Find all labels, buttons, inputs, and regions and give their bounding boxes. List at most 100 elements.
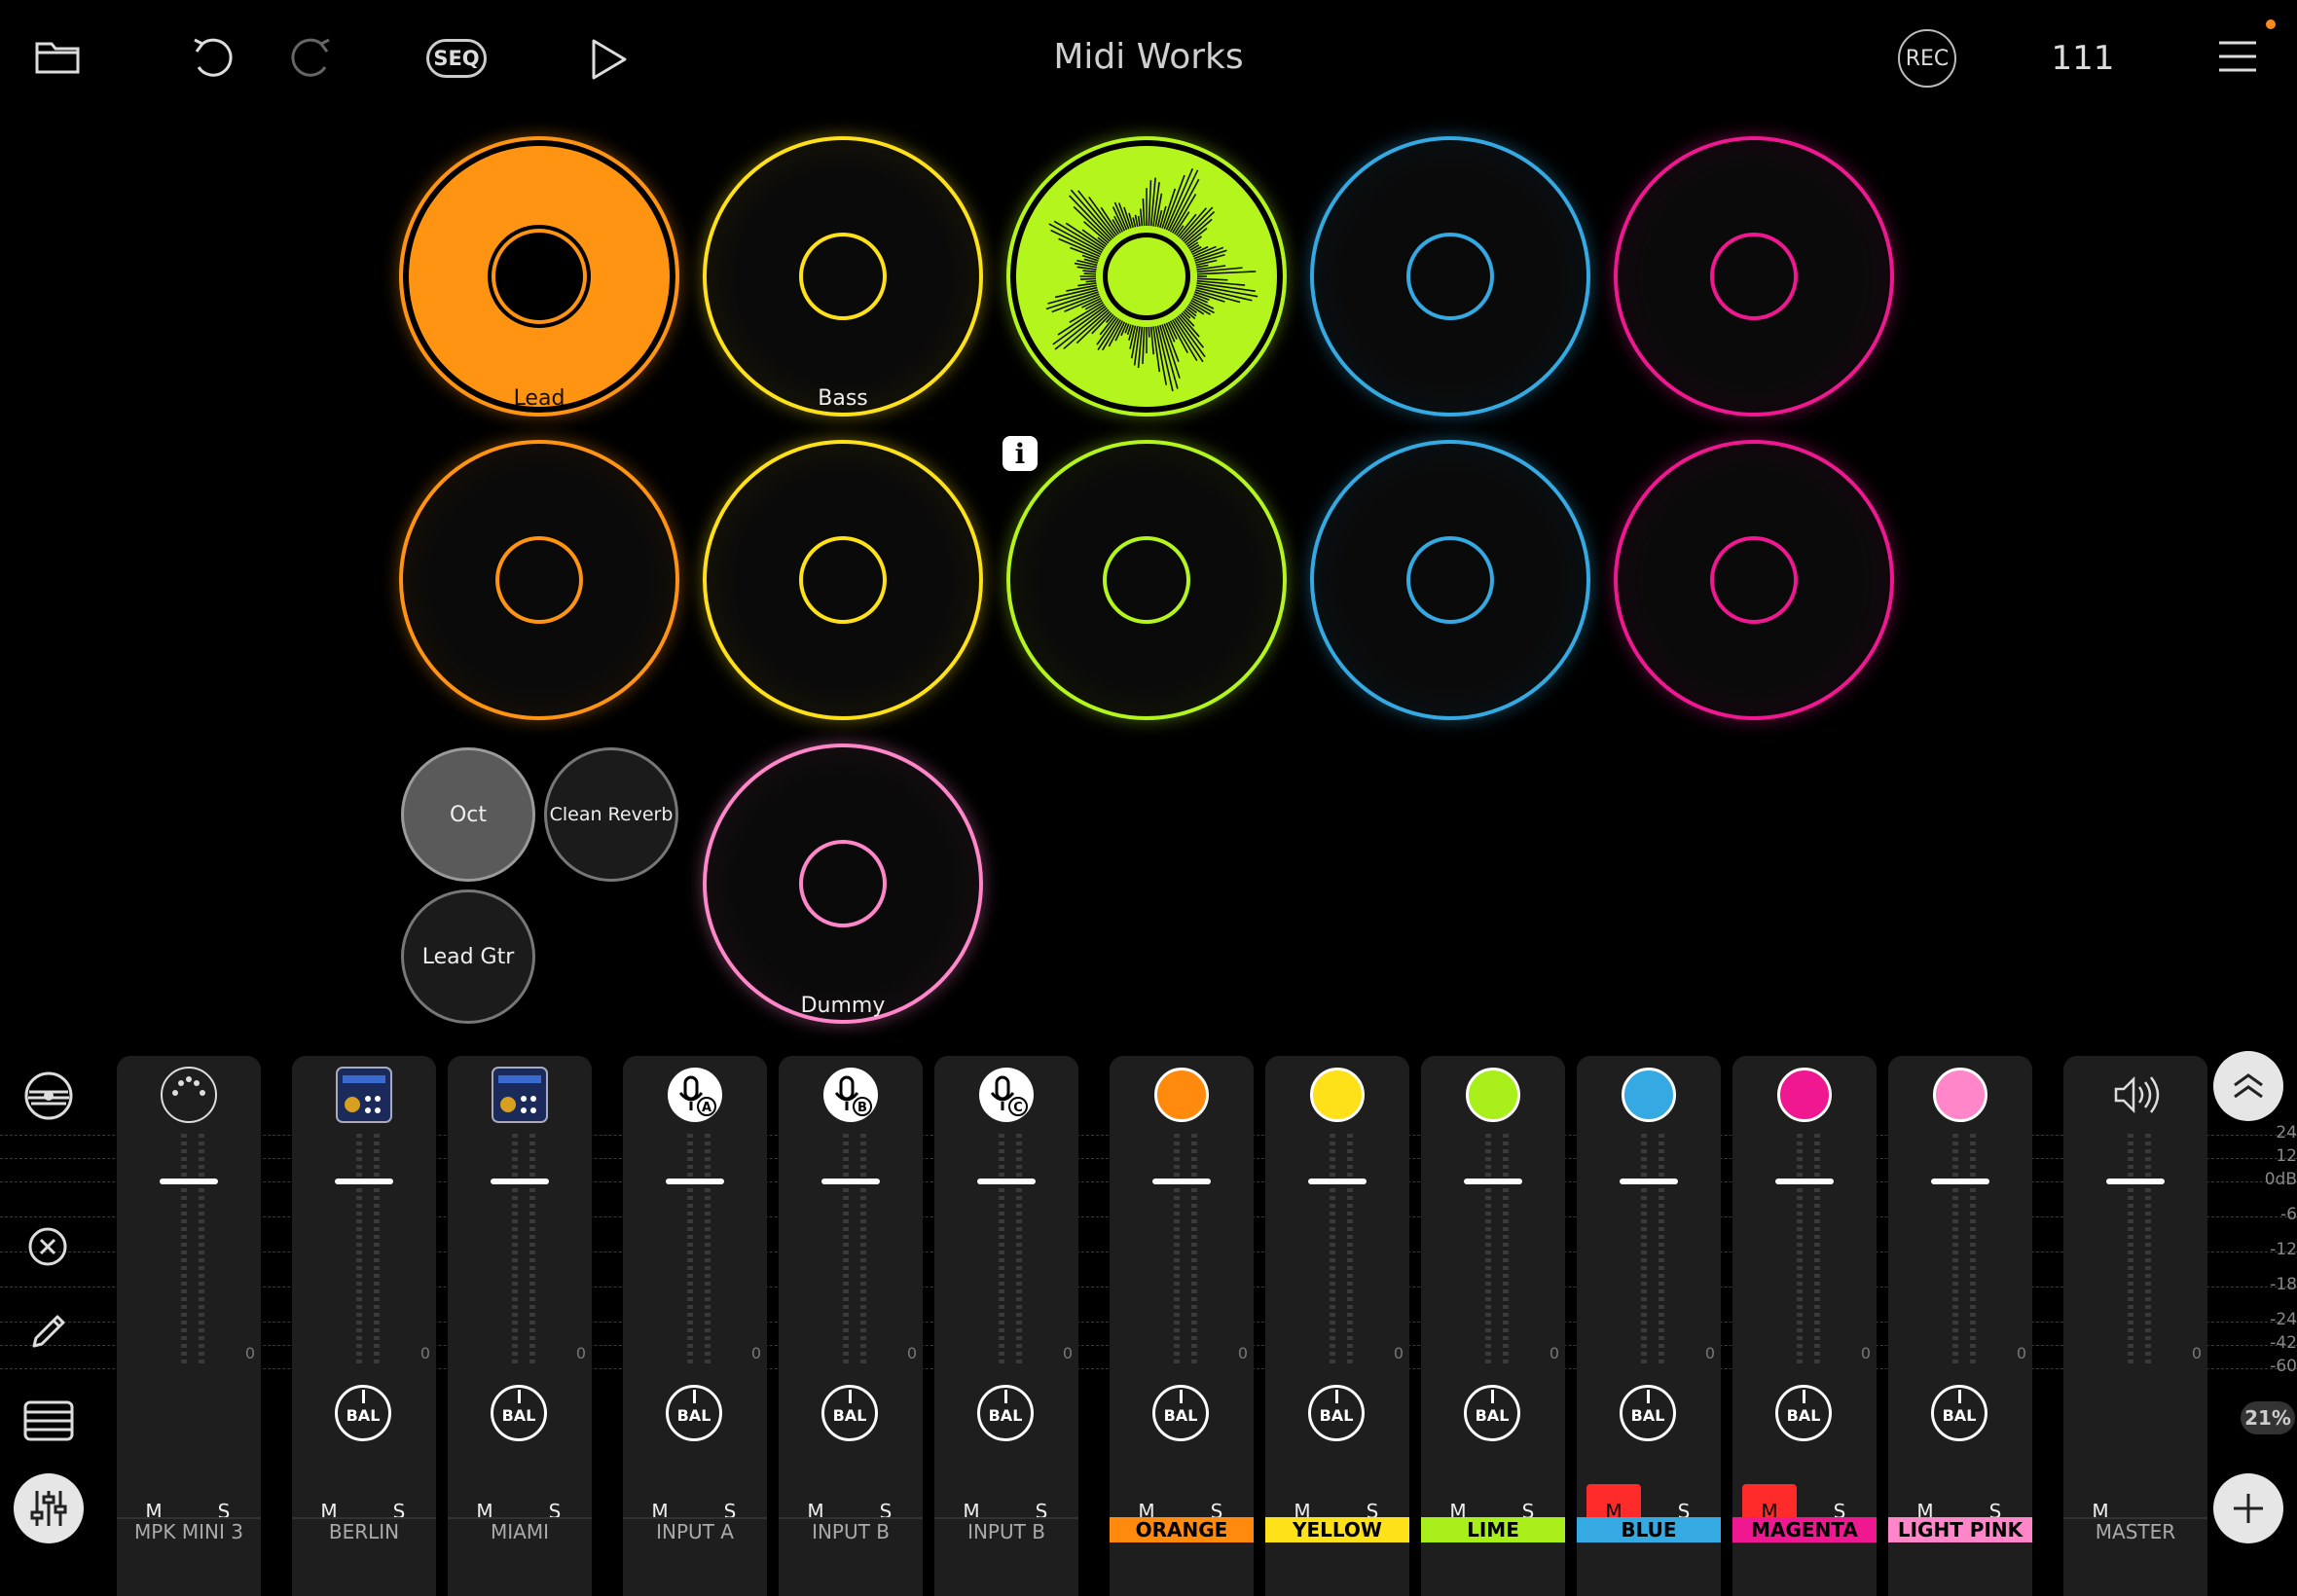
cpu-badge: 21% [2241, 1401, 2295, 1434]
notification-dot [2266, 19, 2276, 29]
pad[interactable] [1006, 136, 1287, 417]
channel-color-icon[interactable] [1620, 1066, 1678, 1124]
pad[interactable]: Lead [399, 136, 679, 417]
pencil-icon[interactable] [27, 1310, 70, 1353]
level-readout: 0 [1860, 1344, 1871, 1362]
volume-fader[interactable] [1464, 1179, 1522, 1184]
hamburger-menu-icon[interactable] [2217, 39, 2258, 74]
pad[interactable] [399, 440, 679, 720]
pad[interactable]: Bass [703, 136, 983, 417]
svg-text:C: C [1013, 1101, 1023, 1115]
balance-knob[interactable]: BAL [1775, 1385, 1832, 1441]
pad[interactable] [1310, 440, 1590, 720]
balance-knob[interactable]: BAL [666, 1385, 722, 1441]
channel-strip: 0 BAL M S MAGENTA [1732, 1056, 1877, 1596]
pad-center [1406, 233, 1494, 320]
volume-fader[interactable] [1931, 1179, 1989, 1184]
channel-color-icon[interactable] [1308, 1066, 1367, 1124]
channel-name[interactable]: BLUE [1577, 1517, 1721, 1542]
level-meter [512, 1134, 518, 1367]
balance-knob[interactable]: BAL [1931, 1385, 1987, 1441]
level-readout: 0 [419, 1344, 430, 1362]
level-readout: 0 [750, 1344, 761, 1362]
pad-label: Bass [818, 386, 868, 411]
pad[interactable]: Dummy [703, 744, 983, 1024]
color-swatch [1154, 1068, 1209, 1122]
level-readout: 0 [1237, 1344, 1248, 1362]
mic-input-c-icon[interactable]: C [977, 1066, 1036, 1124]
volume-fader[interactable] [1775, 1179, 1834, 1184]
channel-name[interactable]: INPUT B [934, 1517, 1078, 1544]
close-circle-icon[interactable] [25, 1224, 70, 1269]
channel-strip: B 0 BAL M S INPUT B [779, 1056, 923, 1596]
channel-name[interactable]: LIGHT PINK [1888, 1517, 2032, 1542]
volume-fader[interactable] [977, 1179, 1036, 1184]
pad[interactable] [1614, 440, 1894, 720]
volume-fader[interactable] [1152, 1179, 1211, 1184]
channel-name[interactable]: LIME [1421, 1517, 1565, 1542]
level-meter [181, 1134, 187, 1367]
pad[interactable] [1310, 136, 1590, 417]
fx-clean-reverb[interactable]: Clean Reverb [544, 747, 678, 882]
synth-plugin-icon[interactable] [335, 1066, 393, 1124]
balance-knob[interactable]: BAL [1620, 1385, 1676, 1441]
record-button[interactable]: REC [1898, 29, 1956, 88]
channel-color-icon[interactable] [1775, 1066, 1834, 1124]
balance-label: BAL [1786, 1405, 1821, 1425]
volume-fader[interactable] [821, 1179, 880, 1184]
channel-name[interactable]: MIAMI [448, 1517, 592, 1544]
tempo-display[interactable]: 111 [2044, 39, 2122, 78]
channel-name[interactable]: MPK MINI 3 [117, 1517, 261, 1544]
channel-name[interactable]: MAGENTA [1732, 1517, 1877, 1542]
volume-fader[interactable] [666, 1179, 724, 1184]
balance-label: BAL [1475, 1405, 1510, 1425]
mic-input-b-icon[interactable]: B [821, 1066, 880, 1124]
list-icon[interactable] [23, 1399, 74, 1442]
balance-knob[interactable]: BAL [1464, 1385, 1520, 1441]
fx-oct[interactable]: Oct [401, 747, 535, 882]
volume-fader[interactable] [1308, 1179, 1367, 1184]
balance-knob[interactable]: BAL [335, 1385, 391, 1441]
channel-name[interactable]: MASTER [2063, 1517, 2207, 1544]
add-track-button[interactable] [2213, 1473, 2283, 1543]
channel-name[interactable]: INPUT A [623, 1517, 767, 1544]
speaker-icon[interactable] [2106, 1066, 2165, 1124]
pad[interactable] [1614, 136, 1894, 417]
db-scale-label: -24 [2270, 1310, 2297, 1329]
volume-fader[interactable] [335, 1179, 393, 1184]
balance-knob[interactable]: BAL [1152, 1385, 1209, 1441]
channel-strip: 0 BAL M S BLUE [1577, 1056, 1721, 1596]
channel-strip: A 0 BAL M S INPUT A [623, 1056, 767, 1596]
volume-fader[interactable] [160, 1179, 218, 1184]
channel-name[interactable]: YELLOW [1265, 1517, 1409, 1542]
channel-name[interactable]: BERLIN [292, 1517, 436, 1544]
mic-input-a-icon[interactable]: A [666, 1066, 724, 1124]
pad[interactable] [703, 440, 983, 720]
volume-fader[interactable] [1620, 1179, 1678, 1184]
vinyl-icon[interactable] [21, 1069, 76, 1123]
level-meter [1347, 1134, 1353, 1367]
db-scale-label: -60 [2270, 1357, 2297, 1376]
channel-name[interactable]: ORANGE [1110, 1517, 1254, 1542]
pad-center [495, 233, 583, 320]
channel-color-icon[interactable] [1152, 1066, 1211, 1124]
midi-din-icon[interactable] [160, 1066, 218, 1124]
info-icon[interactable]: i [1003, 436, 1038, 471]
pad-center [799, 536, 887, 624]
channel-name[interactable]: INPUT B [779, 1517, 923, 1544]
volume-fader[interactable] [2106, 1179, 2165, 1184]
level-readout: 0 [1062, 1344, 1073, 1362]
volume-fader[interactable] [491, 1179, 549, 1184]
balance-knob[interactable]: BAL [1308, 1385, 1365, 1441]
balance-knob[interactable]: BAL [821, 1385, 878, 1441]
balance-knob[interactable]: BAL [491, 1385, 547, 1441]
collapse-up-button[interactable] [2213, 1051, 2283, 1121]
synth-plugin-icon[interactable] [491, 1066, 549, 1124]
channel-color-icon[interactable] [1464, 1066, 1522, 1124]
pad-center [1406, 536, 1494, 624]
balance-knob[interactable]: BAL [977, 1385, 1034, 1441]
pad[interactable] [1006, 440, 1287, 720]
channel-color-icon[interactable] [1931, 1066, 1989, 1124]
mixer-sliders-button[interactable] [14, 1473, 84, 1543]
fx-lead-gtr[interactable]: Lead Gtr [401, 889, 535, 1024]
